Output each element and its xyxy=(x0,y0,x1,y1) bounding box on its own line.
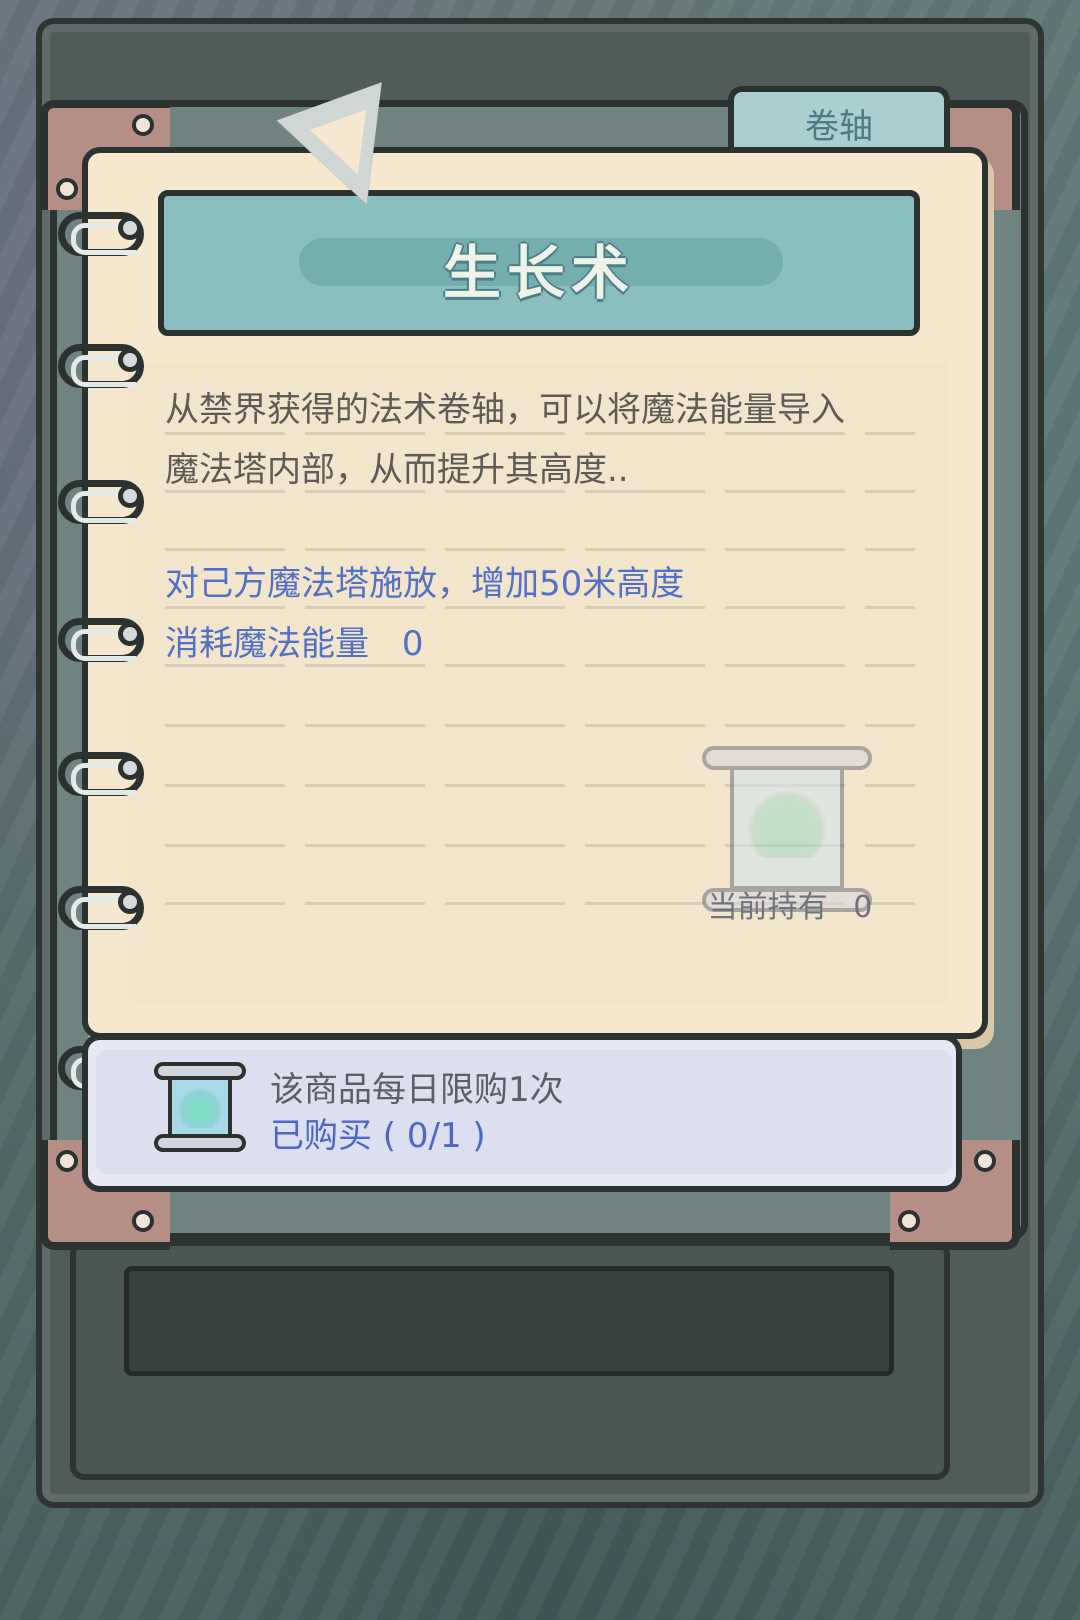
growth-rune-icon xyxy=(178,1088,222,1128)
description-line: 魔法塔内部，从而提升其高度.. xyxy=(165,450,629,490)
rivet-icon xyxy=(132,1210,154,1232)
scroll-icon xyxy=(150,1058,250,1158)
growth-rune-icon xyxy=(748,788,826,858)
description-line: 从禁界获得的法术卷轴，可以将魔法能量导入 xyxy=(165,390,845,430)
purchase-limit-text: 该商品每日限购1次 xyxy=(270,1070,564,1110)
rivet-icon xyxy=(898,1210,920,1232)
ruled-line xyxy=(165,548,915,551)
back-binder-slot xyxy=(124,1266,894,1376)
held-count-label: 当前持有 xyxy=(707,890,828,925)
back-binder-lower-panel xyxy=(70,1240,950,1480)
ring-rivet-icon xyxy=(118,348,142,372)
ring-rivet-icon xyxy=(118,622,142,646)
ruled-line xyxy=(165,606,915,609)
rivet-icon xyxy=(56,1150,78,1172)
ring-rivet-icon xyxy=(118,756,142,780)
spell-description: 从禁界获得的法术卷轴，可以将魔法能量导入 魔法塔内部，从而提升其高度.. xyxy=(165,380,925,500)
ruled-line xyxy=(165,724,915,727)
ring-rivet-icon xyxy=(118,890,142,914)
rivet-icon xyxy=(56,178,78,200)
scroll-roll-bottom xyxy=(154,1134,246,1152)
spell-cost: 消耗魔法能量 0 xyxy=(165,616,423,665)
held-count: 当前持有 0 xyxy=(700,882,880,926)
spell-title: 生长术 xyxy=(442,239,635,307)
spell-cost-label: 消耗魔法能量 xyxy=(165,624,369,664)
spell-effect: 对己方魔法塔施放，增加50米高度 xyxy=(165,564,685,604)
spell-cost-value: 0 xyxy=(401,624,424,664)
held-count-value: 0 xyxy=(853,890,873,925)
title-banner: 生长术 xyxy=(158,190,920,336)
rivet-icon xyxy=(974,1150,996,1172)
purchase-bought-text: 已购买 ( 0/1 ) xyxy=(270,1116,486,1156)
rivet-icon xyxy=(132,114,154,136)
ring-rivet-icon xyxy=(118,484,142,508)
ring-rivet-icon xyxy=(118,216,142,240)
